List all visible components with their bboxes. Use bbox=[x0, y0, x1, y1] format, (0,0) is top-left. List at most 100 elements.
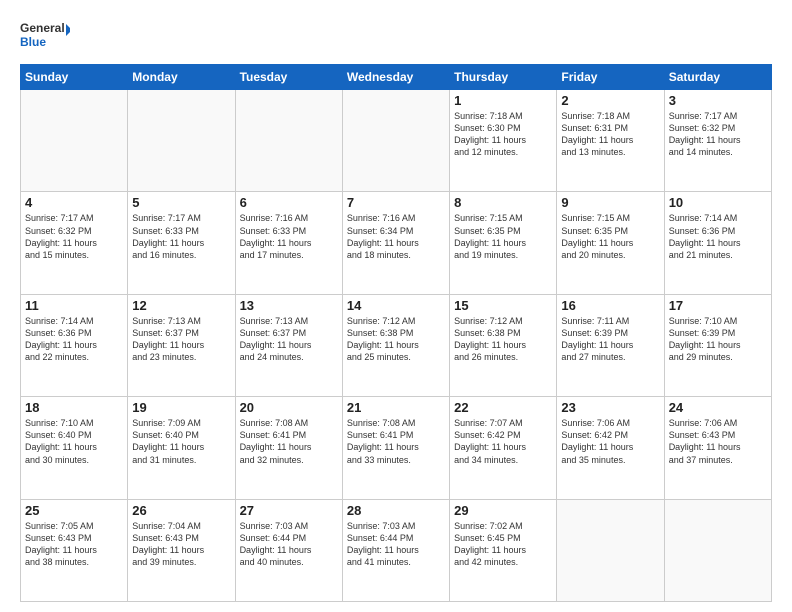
day-info: Sunrise: 7:08 AM Sunset: 6:41 PM Dayligh… bbox=[240, 417, 338, 466]
day-info: Sunrise: 7:11 AM Sunset: 6:39 PM Dayligh… bbox=[561, 315, 659, 364]
day-number: 21 bbox=[347, 400, 445, 415]
day-info: Sunrise: 7:14 AM Sunset: 6:36 PM Dayligh… bbox=[669, 212, 767, 261]
day-cell: 1Sunrise: 7:18 AM Sunset: 6:30 PM Daylig… bbox=[450, 90, 557, 192]
col-header-sunday: Sunday bbox=[21, 65, 128, 90]
col-header-thursday: Thursday bbox=[450, 65, 557, 90]
week-row-1: 4 Sunrise: 7:17 AM Sunset: 6:32 PM Daylig… bbox=[21, 192, 772, 294]
day-cell: 3 Sunrise: 7:17 AM Sunset: 6:32 PM Daylig… bbox=[664, 90, 771, 192]
week-row-3: 18 Sunrise: 7:10 AM Sunset: 6:40 PM Dayli… bbox=[21, 397, 772, 499]
day-info: Sunrise: 7:02 AM Sunset: 6:45 PM Dayligh… bbox=[454, 520, 552, 569]
day-cell: 6Sunrise: 7:16 AM Sunset: 6:33 PM Daylig… bbox=[235, 192, 342, 294]
day-cell: 11 Sunrise: 7:14 AM Sunset: 6:36 PM Dayli… bbox=[21, 294, 128, 396]
day-info: Sunrise: 7:09 AM Sunset: 6:40 PM Dayligh… bbox=[132, 417, 230, 466]
day-info: Sunrise: 7:12 AM Sunset: 6:38 PM Dayligh… bbox=[347, 315, 445, 364]
day-number: 4 bbox=[25, 195, 123, 210]
day-info: Sunrise: 7:18 AM Sunset: 6:31 PM Dayligh… bbox=[561, 110, 659, 159]
day-cell bbox=[21, 90, 128, 192]
day-info: Sunrise: 7:10 AM Sunset: 6:39 PM Dayligh… bbox=[669, 315, 767, 364]
col-header-friday: Friday bbox=[557, 65, 664, 90]
day-number: 8 bbox=[454, 195, 552, 210]
day-cell: 26 Sunrise: 7:04 AM Sunset: 6:43 PM Dayli… bbox=[128, 499, 235, 601]
day-number: 22 bbox=[454, 400, 552, 415]
day-number: 28 bbox=[347, 503, 445, 518]
day-cell bbox=[235, 90, 342, 192]
day-cell: 29Sunrise: 7:02 AM Sunset: 6:45 PM Dayli… bbox=[450, 499, 557, 601]
col-header-tuesday: Tuesday bbox=[235, 65, 342, 90]
day-number: 2 bbox=[561, 93, 659, 108]
day-number: 26 bbox=[132, 503, 230, 518]
week-row-0: 1Sunrise: 7:18 AM Sunset: 6:30 PM Daylig… bbox=[21, 90, 772, 192]
day-info: Sunrise: 7:16 AM Sunset: 6:34 PM Dayligh… bbox=[347, 212, 445, 261]
day-info: Sunrise: 7:08 AM Sunset: 6:41 PM Dayligh… bbox=[347, 417, 445, 466]
day-info: Sunrise: 7:06 AM Sunset: 6:42 PM Dayligh… bbox=[561, 417, 659, 466]
day-info: Sunrise: 7:17 AM Sunset: 6:32 PM Dayligh… bbox=[25, 212, 123, 261]
day-cell: 7 Sunrise: 7:16 AM Sunset: 6:34 PM Daylig… bbox=[342, 192, 449, 294]
day-cell: 27 Sunrise: 7:03 AM Sunset: 6:44 PM Dayli… bbox=[235, 499, 342, 601]
col-header-wednesday: Wednesday bbox=[342, 65, 449, 90]
day-cell bbox=[342, 90, 449, 192]
day-number: 16 bbox=[561, 298, 659, 313]
logo: General Blue bbox=[20, 16, 70, 56]
day-cell: 8 Sunrise: 7:15 AM Sunset: 6:35 PM Daylig… bbox=[450, 192, 557, 294]
day-number: 25 bbox=[25, 503, 123, 518]
day-number: 19 bbox=[132, 400, 230, 415]
day-cell bbox=[664, 499, 771, 601]
day-info: Sunrise: 7:17 AM Sunset: 6:32 PM Dayligh… bbox=[669, 110, 767, 159]
day-cell: 24Sunrise: 7:06 AM Sunset: 6:43 PM Dayli… bbox=[664, 397, 771, 499]
day-cell: 13Sunrise: 7:13 AM Sunset: 6:37 PM Dayli… bbox=[235, 294, 342, 396]
day-info: Sunrise: 7:03 AM Sunset: 6:44 PM Dayligh… bbox=[347, 520, 445, 569]
day-cell: 10 Sunrise: 7:14 AM Sunset: 6:36 PM Dayli… bbox=[664, 192, 771, 294]
day-cell: 21 Sunrise: 7:08 AM Sunset: 6:41 PM Dayli… bbox=[342, 397, 449, 499]
day-number: 11 bbox=[25, 298, 123, 313]
day-info: Sunrise: 7:13 AM Sunset: 6:37 PM Dayligh… bbox=[132, 315, 230, 364]
day-cell: 22Sunrise: 7:07 AM Sunset: 6:42 PM Dayli… bbox=[450, 397, 557, 499]
day-cell: 2 Sunrise: 7:18 AM Sunset: 6:31 PM Daylig… bbox=[557, 90, 664, 192]
day-cell: 15 Sunrise: 7:12 AM Sunset: 6:38 PM Dayli… bbox=[450, 294, 557, 396]
day-info: Sunrise: 7:15 AM Sunset: 6:35 PM Dayligh… bbox=[561, 212, 659, 261]
day-number: 15 bbox=[454, 298, 552, 313]
svg-text:General: General bbox=[20, 21, 65, 35]
page: General Blue SundayMondayTuesdayWednesda… bbox=[0, 0, 792, 612]
day-info: Sunrise: 7:16 AM Sunset: 6:33 PM Dayligh… bbox=[240, 212, 338, 261]
col-header-monday: Monday bbox=[128, 65, 235, 90]
day-info: Sunrise: 7:10 AM Sunset: 6:40 PM Dayligh… bbox=[25, 417, 123, 466]
day-number: 7 bbox=[347, 195, 445, 210]
col-header-saturday: Saturday bbox=[664, 65, 771, 90]
header: General Blue bbox=[20, 16, 772, 56]
day-cell bbox=[557, 499, 664, 601]
day-cell: 20 Sunrise: 7:08 AM Sunset: 6:41 PM Dayli… bbox=[235, 397, 342, 499]
day-cell: 17 Sunrise: 7:10 AM Sunset: 6:39 PM Dayli… bbox=[664, 294, 771, 396]
calendar-table: SundayMondayTuesdayWednesdayThursdayFrid… bbox=[20, 64, 772, 602]
day-number: 9 bbox=[561, 195, 659, 210]
day-info: Sunrise: 7:13 AM Sunset: 6:37 PM Dayligh… bbox=[240, 315, 338, 364]
day-cell: 18 Sunrise: 7:10 AM Sunset: 6:40 PM Dayli… bbox=[21, 397, 128, 499]
day-number: 27 bbox=[240, 503, 338, 518]
day-cell: 28 Sunrise: 7:03 AM Sunset: 6:44 PM Dayli… bbox=[342, 499, 449, 601]
day-info: Sunrise: 7:06 AM Sunset: 6:43 PM Dayligh… bbox=[669, 417, 767, 466]
day-info: Sunrise: 7:05 AM Sunset: 6:43 PM Dayligh… bbox=[25, 520, 123, 569]
day-cell bbox=[128, 90, 235, 192]
day-cell: 23 Sunrise: 7:06 AM Sunset: 6:42 PM Dayli… bbox=[557, 397, 664, 499]
day-number: 5 bbox=[132, 195, 230, 210]
day-cell: 9 Sunrise: 7:15 AM Sunset: 6:35 PM Daylig… bbox=[557, 192, 664, 294]
day-info: Sunrise: 7:18 AM Sunset: 6:30 PM Dayligh… bbox=[454, 110, 552, 159]
day-number: 23 bbox=[561, 400, 659, 415]
day-number: 12 bbox=[132, 298, 230, 313]
day-info: Sunrise: 7:04 AM Sunset: 6:43 PM Dayligh… bbox=[132, 520, 230, 569]
svg-text:Blue: Blue bbox=[20, 35, 46, 49]
day-number: 18 bbox=[25, 400, 123, 415]
day-cell: 16 Sunrise: 7:11 AM Sunset: 6:39 PM Dayli… bbox=[557, 294, 664, 396]
day-number: 20 bbox=[240, 400, 338, 415]
day-number: 14 bbox=[347, 298, 445, 313]
day-info: Sunrise: 7:03 AM Sunset: 6:44 PM Dayligh… bbox=[240, 520, 338, 569]
day-cell: 5Sunrise: 7:17 AM Sunset: 6:33 PM Daylig… bbox=[128, 192, 235, 294]
day-number: 3 bbox=[669, 93, 767, 108]
day-cell: 14 Sunrise: 7:12 AM Sunset: 6:38 PM Dayli… bbox=[342, 294, 449, 396]
day-number: 10 bbox=[669, 195, 767, 210]
day-info: Sunrise: 7:12 AM Sunset: 6:38 PM Dayligh… bbox=[454, 315, 552, 364]
week-row-2: 11 Sunrise: 7:14 AM Sunset: 6:36 PM Dayli… bbox=[21, 294, 772, 396]
logo-svg: General Blue bbox=[20, 16, 70, 56]
day-info: Sunrise: 7:14 AM Sunset: 6:36 PM Dayligh… bbox=[25, 315, 123, 364]
day-number: 17 bbox=[669, 298, 767, 313]
day-info: Sunrise: 7:15 AM Sunset: 6:35 PM Dayligh… bbox=[454, 212, 552, 261]
